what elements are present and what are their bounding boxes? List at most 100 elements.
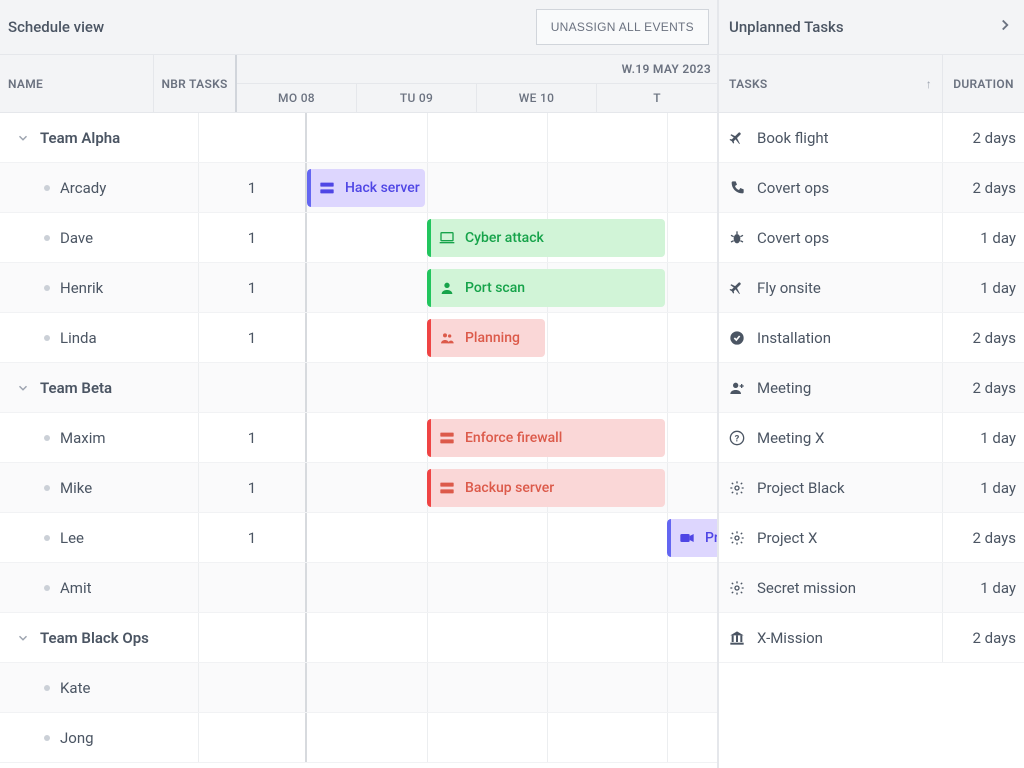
unplanned-task-row[interactable]: Installation 2 days bbox=[719, 313, 1024, 363]
column-header-nbr[interactable]: NBR TASKS bbox=[154, 55, 237, 112]
row-timeline-cell[interactable]: Cyber attack bbox=[307, 213, 717, 262]
task-label: Book flight bbox=[757, 129, 829, 147]
unplanned-task-row[interactable]: Covert ops 2 days bbox=[719, 163, 1024, 213]
task-label: Project Black bbox=[757, 479, 845, 497]
row-timeline-cell[interactable]: Enforce firewall bbox=[307, 413, 717, 462]
scheduled-event[interactable]: Enforce firewall bbox=[427, 419, 665, 457]
unplanned-task-row[interactable]: X-Mission 2 days bbox=[719, 613, 1024, 663]
column-header-tasks[interactable]: TASKS ↑ bbox=[719, 55, 943, 112]
row-timeline-cell[interactable] bbox=[307, 663, 717, 712]
chevron-down-icon[interactable] bbox=[16, 131, 30, 145]
task-name-cell: Covert ops bbox=[719, 163, 943, 212]
schedule-title: Schedule view bbox=[8, 18, 104, 36]
day-header[interactable]: WE 10 bbox=[477, 84, 597, 112]
row-name-cell[interactable]: Arcady bbox=[0, 163, 199, 212]
unplanned-task-row[interactable]: Meeting X 1 day bbox=[719, 413, 1024, 463]
resource-row[interactable]: Henrik1Port scan bbox=[0, 263, 717, 313]
row-name-cell[interactable]: Team Black Ops bbox=[0, 613, 199, 662]
task-duration-cell: 2 days bbox=[943, 513, 1024, 562]
team-row[interactable]: Team Beta bbox=[0, 363, 717, 413]
unplanned-title: Unplanned Tasks bbox=[729, 18, 844, 36]
bullet-icon bbox=[44, 485, 50, 491]
unplanned-task-row[interactable]: Secret mission 1 day bbox=[719, 563, 1024, 613]
unplanned-task-row[interactable]: Covert ops 1 day bbox=[719, 213, 1024, 263]
chevron-down-icon[interactable] bbox=[16, 381, 30, 395]
row-name-cell[interactable]: Lee bbox=[0, 513, 199, 562]
row-timeline-cell[interactable] bbox=[307, 613, 717, 662]
timeline-gridline bbox=[667, 613, 668, 662]
scheduled-event[interactable]: Cyber attack bbox=[427, 219, 665, 257]
team-label: Team Alpha bbox=[40, 129, 120, 147]
chevron-down-icon[interactable] bbox=[16, 631, 30, 645]
task-label: Secret mission bbox=[757, 579, 856, 597]
unplanned-task-row[interactable]: Meeting 2 days bbox=[719, 363, 1024, 413]
row-name-cell[interactable]: Team Beta bbox=[0, 363, 199, 412]
task-label: Covert ops bbox=[757, 179, 829, 197]
row-timeline-cell[interactable] bbox=[307, 363, 717, 412]
scheduled-event[interactable]: Port scan bbox=[427, 269, 665, 307]
resource-row[interactable]: Lee1Pr bbox=[0, 513, 717, 563]
server-icon bbox=[439, 430, 455, 446]
schedule-body[interactable]: Team Alpha Arcady1Hack serverDave1Cyber a… bbox=[0, 113, 717, 768]
row-name-cell[interactable]: Maxim bbox=[0, 413, 199, 462]
unassign-all-button[interactable]: UNASSIGN ALL EVENTS bbox=[536, 9, 709, 45]
unplanned-panel: Unplanned Tasks TASKS ↑ DURATION Book fl… bbox=[718, 0, 1024, 768]
question-icon bbox=[729, 430, 745, 446]
row-timeline-cell[interactable]: Backup server bbox=[307, 463, 717, 512]
timeline-gridline bbox=[547, 313, 548, 362]
row-timeline-cell[interactable]: Port scan bbox=[307, 263, 717, 312]
column-header-name[interactable]: NAME bbox=[0, 55, 154, 112]
resource-row[interactable]: Arcady1Hack server bbox=[0, 163, 717, 213]
scheduled-event[interactable]: Backup server bbox=[427, 469, 665, 507]
unplanned-task-row[interactable]: Book flight 2 days bbox=[719, 113, 1024, 163]
row-timeline-cell[interactable] bbox=[307, 563, 717, 612]
row-timeline-cell[interactable]: Hack server bbox=[307, 163, 717, 212]
row-name-cell[interactable]: Henrik bbox=[0, 263, 199, 312]
scheduled-event[interactable]: Hack server bbox=[307, 169, 425, 207]
resource-row[interactable]: Dave1Cyber attack bbox=[0, 213, 717, 263]
team-row[interactable]: Team Alpha bbox=[0, 113, 717, 163]
unplanned-task-row[interactable]: Project X 2 days bbox=[719, 513, 1024, 563]
row-nbr-cell bbox=[199, 363, 307, 412]
day-header[interactable]: MO 08 bbox=[237, 84, 357, 112]
unplanned-body[interactable]: Book flight 2 days Covert ops 2 days Cov… bbox=[719, 113, 1024, 768]
scheduled-event[interactable]: Planning bbox=[427, 319, 545, 357]
timeline-gridline bbox=[427, 663, 428, 712]
day-header[interactable]: TU 09 bbox=[357, 84, 477, 112]
row-timeline-cell[interactable]: Planning bbox=[307, 313, 717, 362]
column-header-duration[interactable]: DURATION bbox=[943, 55, 1024, 112]
resource-row[interactable]: Kate bbox=[0, 663, 717, 713]
row-name-cell[interactable]: Linda bbox=[0, 313, 199, 362]
row-name-cell[interactable]: Dave bbox=[0, 213, 199, 262]
row-name-cell[interactable]: Amit bbox=[0, 563, 199, 612]
team-row[interactable]: Team Black Ops bbox=[0, 613, 717, 663]
unplanned-task-row[interactable]: Project Black 1 day bbox=[719, 463, 1024, 513]
task-duration-cell: 1 day bbox=[943, 563, 1024, 612]
schedule-header: Schedule view UNASSIGN ALL EVENTS bbox=[0, 0, 717, 54]
day-header[interactable]: T bbox=[597, 84, 717, 112]
unplanned-task-row[interactable]: Fly onsite 1 day bbox=[719, 263, 1024, 313]
resource-row[interactable]: Amit bbox=[0, 563, 717, 613]
unplanned-header: Unplanned Tasks bbox=[719, 0, 1024, 54]
task-duration-cell: 1 day bbox=[943, 463, 1024, 512]
row-timeline-cell[interactable]: Pr bbox=[307, 513, 717, 562]
resource-row[interactable]: Jong bbox=[0, 713, 717, 763]
row-name-cell[interactable]: Mike bbox=[0, 463, 199, 512]
collapse-panel-icon[interactable] bbox=[996, 16, 1014, 38]
row-name-cell[interactable]: Team Alpha bbox=[0, 113, 199, 162]
resource-row[interactable]: Mike1Backup server bbox=[0, 463, 717, 513]
event-label: Backup server bbox=[465, 480, 554, 496]
row-timeline-cell[interactable] bbox=[307, 113, 717, 162]
timeline-gridline bbox=[547, 663, 548, 712]
row-name-cell[interactable]: Kate bbox=[0, 663, 199, 712]
timeline-gridline bbox=[667, 563, 668, 612]
row-timeline-cell[interactable] bbox=[307, 713, 717, 762]
column-header-tasks-label: TASKS bbox=[729, 77, 768, 91]
scheduled-event[interactable]: Pr bbox=[667, 519, 717, 557]
resource-row[interactable]: Linda1Planning bbox=[0, 313, 717, 363]
resource-row[interactable]: Maxim1Enforce firewall bbox=[0, 413, 717, 463]
task-duration-cell: 2 days bbox=[943, 363, 1024, 412]
row-name-cell[interactable]: Jong bbox=[0, 713, 199, 762]
person-label: Arcady bbox=[60, 179, 106, 197]
bullet-icon bbox=[44, 435, 50, 441]
